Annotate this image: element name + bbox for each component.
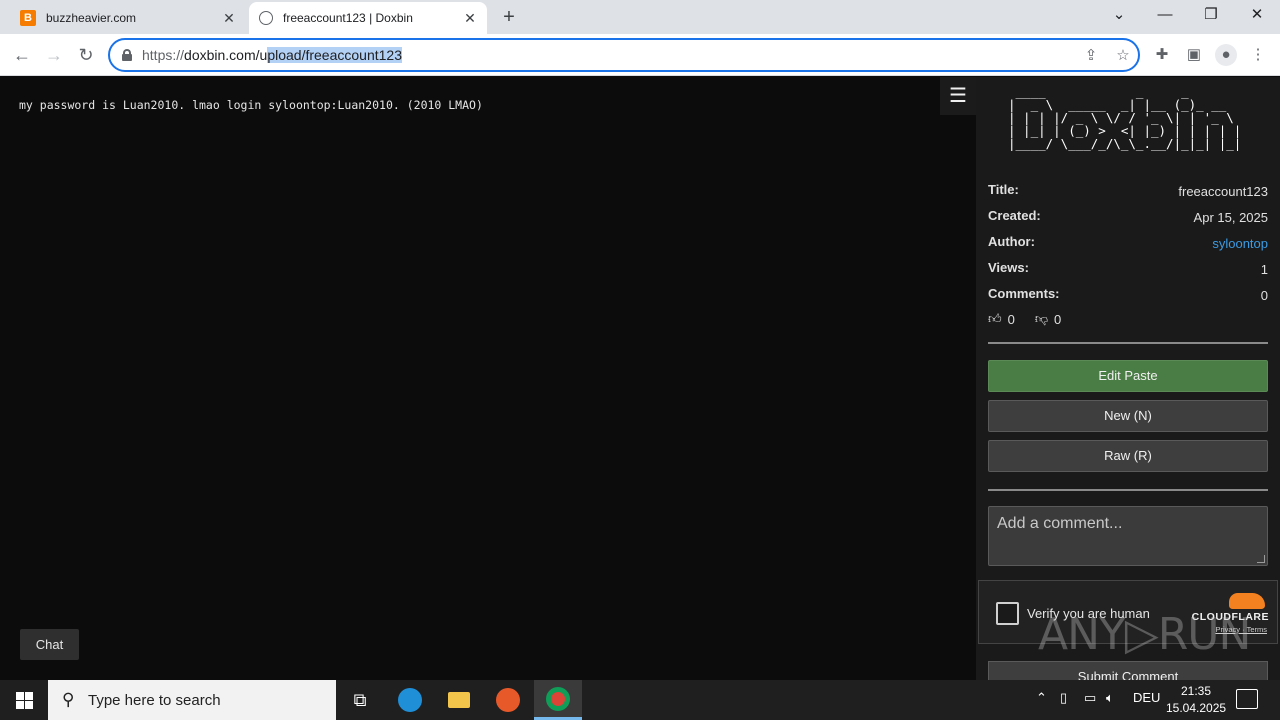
anyrun-watermark: ANY▷RUN xyxy=(1038,609,1251,660)
tab-title: buzzheavier.com xyxy=(46,11,137,25)
system-clock[interactable]: 21:35 15.04.2025 xyxy=(1166,683,1226,717)
browser-tab-strip: B buzzheavier.com ✕ freeaccount123 | Dox… xyxy=(0,0,1280,34)
doxbin-ascii-logo: ____ _ _ | _ \ _____ _| |__ (_)_ __ | | … xyxy=(1008,84,1242,151)
buzzheavier-favicon-icon: B xyxy=(20,10,36,26)
device-icon[interactable]: ▯ xyxy=(1060,690,1067,706)
meta-key: Views: xyxy=(988,260,1029,275)
tab-buzzheavier[interactable]: B buzzheavier.com ✕ xyxy=(10,2,246,34)
comment-textarea[interactable]: Add a comment... xyxy=(988,506,1268,566)
windows-taskbar: ⚲ Type here to search ⧉ ⌃ ▯ ▭ 🔈︎ DEU 21:… xyxy=(0,680,1280,720)
meta-row-views: Views: 1 xyxy=(988,260,1268,278)
back-arrow-icon[interactable]: ← xyxy=(10,43,34,67)
meta-row-title: Title: freeaccount123 xyxy=(988,182,1268,200)
browser-toolbar: ← → ↻ https://doxbin.com/upload/freeacco… xyxy=(0,34,1280,76)
meta-row-created: Created: Apr 15, 2025 xyxy=(988,208,1268,226)
hamburger-menu-icon[interactable]: ☰ xyxy=(940,77,976,115)
menu-kebab-icon[interactable]: ⋮ xyxy=(1247,44,1269,66)
comment-placeholder: Add a comment... xyxy=(997,515,1123,532)
edit-paste-button[interactable]: Edit Paste xyxy=(988,360,1268,392)
chat-button[interactable]: Chat xyxy=(20,629,79,660)
lock-icon[interactable] xyxy=(122,49,132,61)
volume-icon[interactable]: 🔈︎ xyxy=(1106,690,1114,706)
close-window-button[interactable]: ✕ xyxy=(1244,4,1270,26)
meta-value: Apr 15, 2025 xyxy=(1193,210,1268,225)
thumbs-up-icon[interactable]: 👍︎ xyxy=(988,311,1002,327)
meta-row-comments: Comments: 0 xyxy=(988,286,1268,304)
meta-value: freeaccount123 xyxy=(1178,184,1268,199)
chrome-icon[interactable] xyxy=(534,680,582,720)
task-view-icon[interactable]: ⧉ xyxy=(336,680,384,720)
meta-key: Title: xyxy=(988,182,1019,197)
extensions-puzzle-icon[interactable]: ✚ xyxy=(1151,44,1173,66)
paste-sidebar: ____ _ _ | _ \ _____ _| |__ (_)_ __ | | … xyxy=(976,77,1280,691)
profile-avatar-icon[interactable]: ● xyxy=(1215,44,1237,66)
tab-doxbin[interactable]: freeaccount123 | Doxbin ✕ xyxy=(249,2,487,34)
clock-time: 21:35 xyxy=(1180,684,1212,698)
like-count: 0 xyxy=(1007,311,1015,327)
clock-date: 15.04.2025 xyxy=(1166,701,1227,715)
edge-icon[interactable] xyxy=(386,680,434,720)
divider xyxy=(988,342,1268,344)
new-tab-button[interactable]: + xyxy=(498,6,520,28)
vote-bar: 👍︎ 0 👎︎ 0 xyxy=(988,311,1061,327)
forward-arrow-icon[interactable]: → xyxy=(42,43,66,67)
dislike-count: 0 xyxy=(1054,311,1062,327)
resize-grip-icon[interactable] xyxy=(1257,555,1265,563)
meta-row-author: Author: syloontop xyxy=(988,234,1268,252)
meta-key: Author: xyxy=(988,234,1035,249)
notification-center-icon[interactable] xyxy=(1236,689,1258,709)
reload-icon[interactable]: ↻ xyxy=(74,43,98,67)
search-placeholder: Type here to search xyxy=(88,692,221,709)
author-link[interactable]: syloontop xyxy=(1212,236,1268,251)
side-panel-icon[interactable]: ▣ xyxy=(1183,44,1205,66)
globe-icon xyxy=(259,11,273,25)
bookmark-star-icon[interactable]: ☆ xyxy=(1114,47,1132,65)
cloudflare-cloud-icon xyxy=(1229,593,1265,609)
share-icon[interactable]: ⇪ xyxy=(1082,47,1100,65)
file-explorer-icon[interactable] xyxy=(435,680,483,720)
raw-paste-button[interactable]: Raw (R) xyxy=(988,440,1268,472)
taskbar-search-box[interactable]: ⚲ Type here to search xyxy=(48,680,336,720)
address-bar[interactable]: https://doxbin.com/upload/freeaccount123… xyxy=(108,38,1140,72)
paste-content: my password is Luan2010. lmao login sylo… xyxy=(19,98,483,112)
tab-title: freeaccount123 | Doxbin xyxy=(283,11,413,25)
verify-human-checkbox[interactable] xyxy=(996,602,1019,625)
restore-button[interactable]: ❐ xyxy=(1198,4,1224,26)
language-indicator[interactable]: DEU xyxy=(1133,690,1160,705)
meta-value: 1 xyxy=(1260,262,1268,277)
minimize-button[interactable]: — xyxy=(1152,4,1178,26)
thumbs-down-icon[interactable]: 👎︎ xyxy=(1035,311,1048,327)
meta-value: 0 xyxy=(1260,288,1268,303)
meta-key: Created: xyxy=(988,208,1041,223)
close-tab-icon[interactable]: ✕ xyxy=(461,9,479,27)
close-tab-icon[interactable]: ✕ xyxy=(220,9,238,27)
firefox-icon[interactable] xyxy=(484,680,532,720)
new-paste-button[interactable]: New (N) xyxy=(988,400,1268,432)
show-hidden-icons-chevron-icon[interactable]: ⌃ xyxy=(1036,690,1047,706)
tab-search-chevron-icon[interactable]: ⌄ xyxy=(1106,4,1132,26)
url-text[interactable]: https://doxbin.com/upload/freeaccount123 xyxy=(142,47,402,63)
divider xyxy=(988,489,1268,491)
network-icon[interactable]: ▭ xyxy=(1084,690,1096,706)
windows-start-icon[interactable] xyxy=(0,680,48,720)
meta-key: Comments: xyxy=(988,286,1060,301)
page-content: my password is Luan2010. lmao login sylo… xyxy=(0,77,1280,691)
search-icon: ⚲ xyxy=(62,690,75,709)
